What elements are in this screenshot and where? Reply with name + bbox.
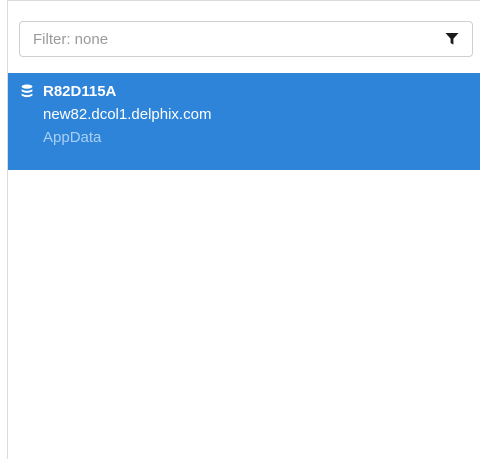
environment-list-panel: R82D115A new82.dcol1.delphix.com AppData bbox=[7, 0, 480, 459]
filter-box bbox=[19, 21, 473, 57]
filter-icon bbox=[445, 33, 459, 45]
filter-input[interactable] bbox=[20, 22, 430, 56]
item-name: R82D115A bbox=[43, 83, 117, 100]
environment-list: R82D115A new82.dcol1.delphix.com AppData bbox=[8, 73, 480, 170]
item-host: new82.dcol1.delphix.com bbox=[43, 106, 212, 123]
list-item[interactable]: R82D115A new82.dcol1.delphix.com AppData bbox=[8, 73, 480, 170]
filter-button[interactable] bbox=[438, 26, 466, 52]
database-icon bbox=[21, 84, 33, 98]
item-type: AppData bbox=[43, 129, 102, 146]
